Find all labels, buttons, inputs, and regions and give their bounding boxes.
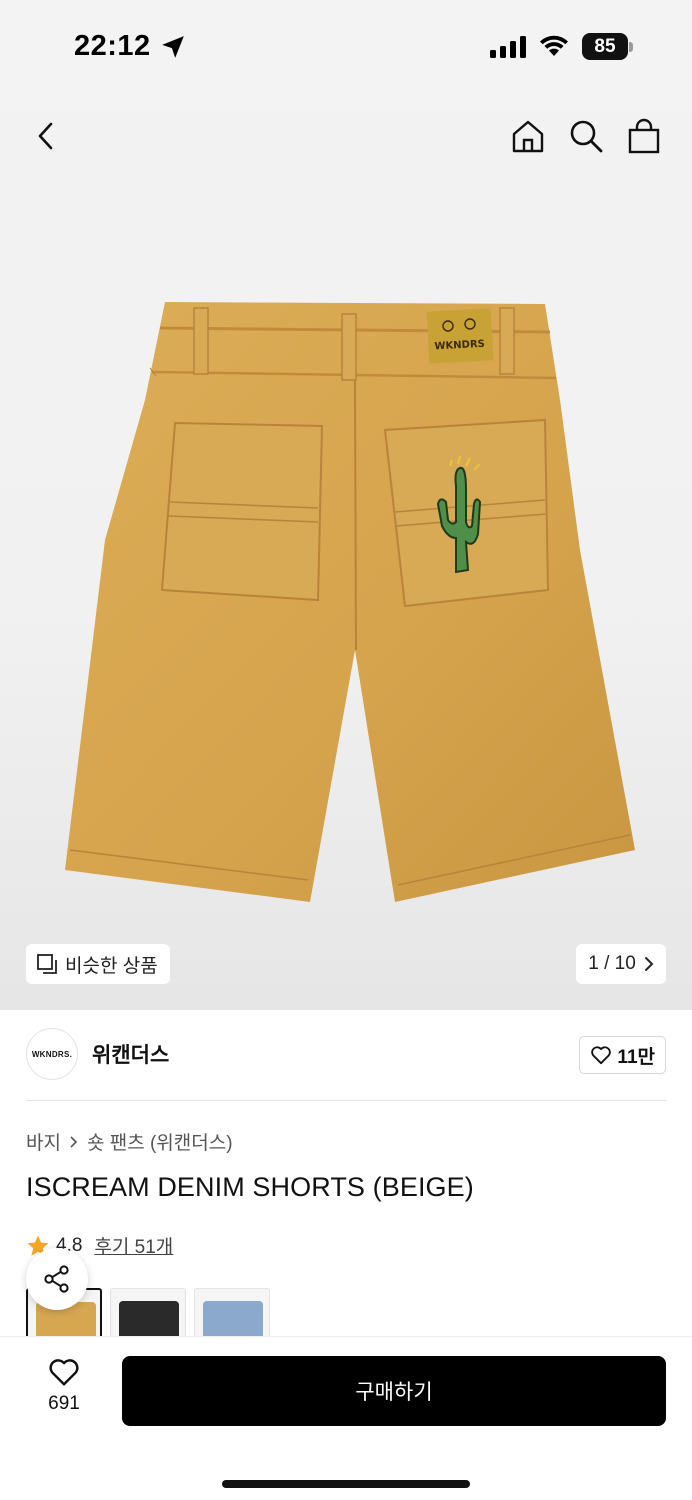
breadcrumb-category[interactable]: 바지 bbox=[26, 1128, 61, 1155]
wifi-icon bbox=[540, 35, 568, 56]
brand-like-count: 11만 bbox=[617, 1046, 655, 1068]
breadcrumb-subcategory[interactable]: 숏 팬츠 (위캔더스) bbox=[87, 1128, 233, 1155]
similar-products-label: 비슷한 상품 bbox=[65, 955, 158, 977]
wishlist-count: 691 bbox=[48, 1393, 80, 1414]
color-swatch bbox=[203, 1301, 263, 1336]
brand-row[interactable]: WKNDRS. 위캔더스 11만 bbox=[26, 1028, 666, 1080]
brand-logo-text: WKNDRS. bbox=[31, 1049, 73, 1059]
status-bar: 22:12 85 bbox=[0, 0, 692, 92]
image-counter: 1 / 10 bbox=[588, 953, 636, 974]
brand-name[interactable]: 위캔더스 bbox=[92, 1039, 169, 1069]
reviews-link[interactable]: 후기 51개 bbox=[94, 1232, 173, 1259]
product-photo: WKNDRS bbox=[65, 302, 635, 902]
home-icon bbox=[512, 120, 544, 153]
share-icon bbox=[44, 1265, 69, 1293]
battery-level: 85 bbox=[594, 36, 616, 57]
product-image-carousel[interactable]: 22:12 85 WKNDRS 비슷한 상품 1 / 10 bbox=[0, 0, 692, 1010]
wishlist-button[interactable]: 691 bbox=[36, 1357, 92, 1415]
breadcrumb: 바지 숏 팬츠 (위캔더스) bbox=[26, 1128, 233, 1155]
divider bbox=[26, 1100, 666, 1101]
search-button[interactable] bbox=[566, 116, 606, 156]
battery-indicator: 85 bbox=[582, 33, 634, 61]
heart-icon bbox=[49, 1359, 79, 1386]
cellular-signal-icon bbox=[490, 36, 526, 58]
brand-logo[interactable]: WKNDRS. bbox=[26, 1028, 78, 1080]
share-button[interactable] bbox=[26, 1248, 88, 1310]
bottom-action-bar: 691 구매하기 bbox=[0, 1336, 692, 1500]
home-button[interactable] bbox=[508, 116, 548, 156]
chevron-left-icon bbox=[38, 122, 53, 150]
search-icon bbox=[570, 120, 603, 153]
similar-items-icon bbox=[37, 954, 57, 974]
location-arrow-icon bbox=[162, 36, 184, 58]
product-title: ISCREAM DENIM SHORTS (BEIGE) bbox=[26, 1172, 474, 1202]
buy-button[interactable]: 구매하기 bbox=[122, 1356, 666, 1426]
brand-like-button[interactable]: 11만 bbox=[579, 1036, 666, 1074]
shopping-bag-icon bbox=[628, 118, 660, 154]
shopping-bag-button[interactable] bbox=[624, 116, 664, 156]
back-button[interactable] bbox=[26, 116, 66, 156]
heart-icon bbox=[591, 1046, 612, 1065]
color-option-black[interactable] bbox=[110, 1288, 186, 1336]
image-counter-button[interactable]: 1 / 10 bbox=[576, 944, 666, 984]
color-option-blue[interactable] bbox=[194, 1288, 270, 1336]
chevron-right-icon bbox=[644, 957, 654, 971]
similar-products-button[interactable]: 비슷한 상품 bbox=[26, 944, 170, 984]
color-swatch bbox=[119, 1301, 179, 1336]
status-time: 22:12 bbox=[74, 30, 151, 62]
home-indicator bbox=[222, 1480, 470, 1488]
chevron-right-icon bbox=[70, 1135, 78, 1148]
